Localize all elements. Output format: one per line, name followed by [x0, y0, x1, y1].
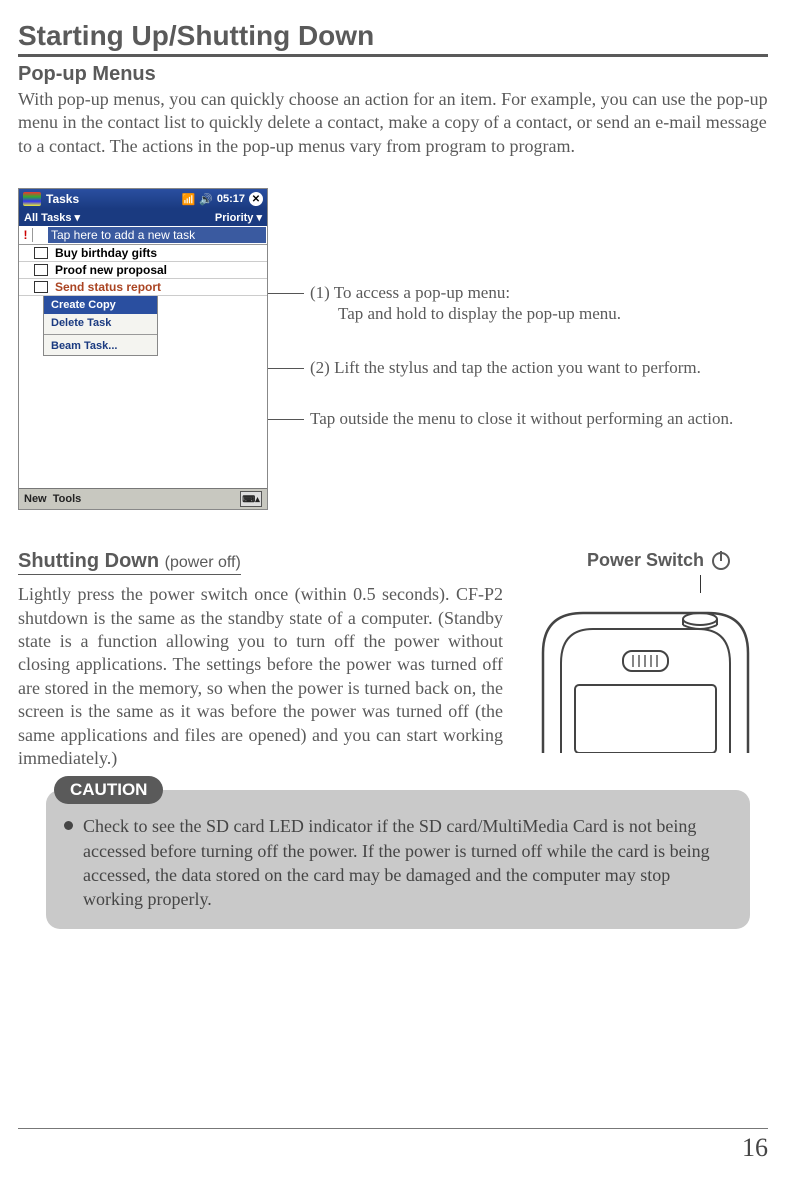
task-row: Proof new proposal [19, 262, 267, 279]
caution-text: Check to see the SD card LED indicator i… [83, 814, 732, 911]
pda-app-title: Tasks [46, 192, 181, 206]
pda-empty-area [19, 356, 267, 488]
close-icon: ✕ [249, 192, 263, 206]
menu-item-beam-task: Beam Task... [44, 337, 157, 355]
power-icon [712, 552, 730, 570]
popup-heading: Pop-up Menus [18, 63, 768, 86]
menu-item-delete-task: Delete Task [44, 314, 157, 332]
signal-icon: 📶 [181, 193, 195, 206]
task-text: Send status report [51, 280, 267, 294]
leader-line-icon [700, 575, 701, 593]
shutdown-heading: Shutting Down (power off) [18, 550, 241, 575]
leader-line-icon [268, 293, 304, 294]
add-task-field: Tap here to add a new task [48, 227, 266, 243]
task-text: Proof new proposal [51, 263, 267, 277]
checkbox-icon [34, 247, 48, 259]
task-row-selected: Send status report [19, 279, 267, 296]
start-flag-icon [23, 192, 41, 206]
power-switch-label: Power Switch [523, 550, 768, 571]
bullet-icon [64, 821, 73, 830]
caution-label: CAUTION [54, 776, 163, 804]
pda-clock: 05:17 [217, 193, 245, 205]
pda-screenshot: Tasks 📶 🔊 05:17 ✕ All Tasks ▾ Priority ▾… [18, 188, 268, 510]
checkbox-icon [34, 281, 48, 293]
pda-footer: New Tools ⌨▴ [19, 488, 267, 509]
pda-statusbar: 📶 🔊 05:17 ✕ [181, 192, 263, 206]
task-text: Buy birthday gifts [51, 246, 267, 260]
pda-titlebar: Tasks 📶 🔊 05:17 ✕ [19, 189, 267, 209]
device-illustration [523, 593, 768, 753]
page-number: 16 [18, 1128, 768, 1163]
pda-footer-left: New Tools [24, 493, 81, 505]
callout-2-text: (2) Lift the stylus and tap the action y… [310, 357, 768, 378]
leader-line-icon [268, 368, 304, 369]
pda-add-task-row: ! Tap here to add a new task [19, 226, 267, 245]
shutdown-body: Lightly press the power switch once (wit… [18, 583, 503, 770]
priority-icon: ! [19, 228, 33, 242]
callout-1-line1: (1) To access a pop-up menu: [310, 282, 768, 303]
popup-intro: With pop-up menus, you can quickly choos… [18, 88, 768, 158]
popup-menu: Create Copy Delete Task Beam Task... [43, 296, 158, 356]
speaker-icon: 🔊 [199, 193, 213, 206]
menu-separator [44, 334, 157, 335]
pda-filterbar: All Tasks ▾ Priority ▾ [19, 209, 267, 226]
pda-filter-right: Priority ▾ [215, 211, 262, 224]
sip-icon: ⌨▴ [240, 491, 262, 507]
checkbox-icon [34, 264, 48, 276]
leader-line-icon [268, 419, 304, 420]
page-title: Starting Up/Shutting Down [18, 20, 768, 57]
callout-3-text: Tap outside the menu to close it without… [310, 408, 768, 429]
callout-3: Tap outside the menu to close it without… [268, 408, 768, 429]
task-row: Buy birthday gifts [19, 245, 267, 262]
pda-filter-left: All Tasks ▾ [24, 211, 80, 224]
callout-2: (2) Lift the stylus and tap the action y… [268, 357, 768, 378]
menu-item-create-copy: Create Copy [44, 296, 157, 314]
callout-1-line2: Tap and hold to display the pop-up menu. [310, 303, 768, 324]
caution-box: Check to see the SD card LED indicator i… [46, 790, 750, 929]
callout-1: (1) To access a pop-up menu: Tap and hol… [268, 282, 768, 325]
